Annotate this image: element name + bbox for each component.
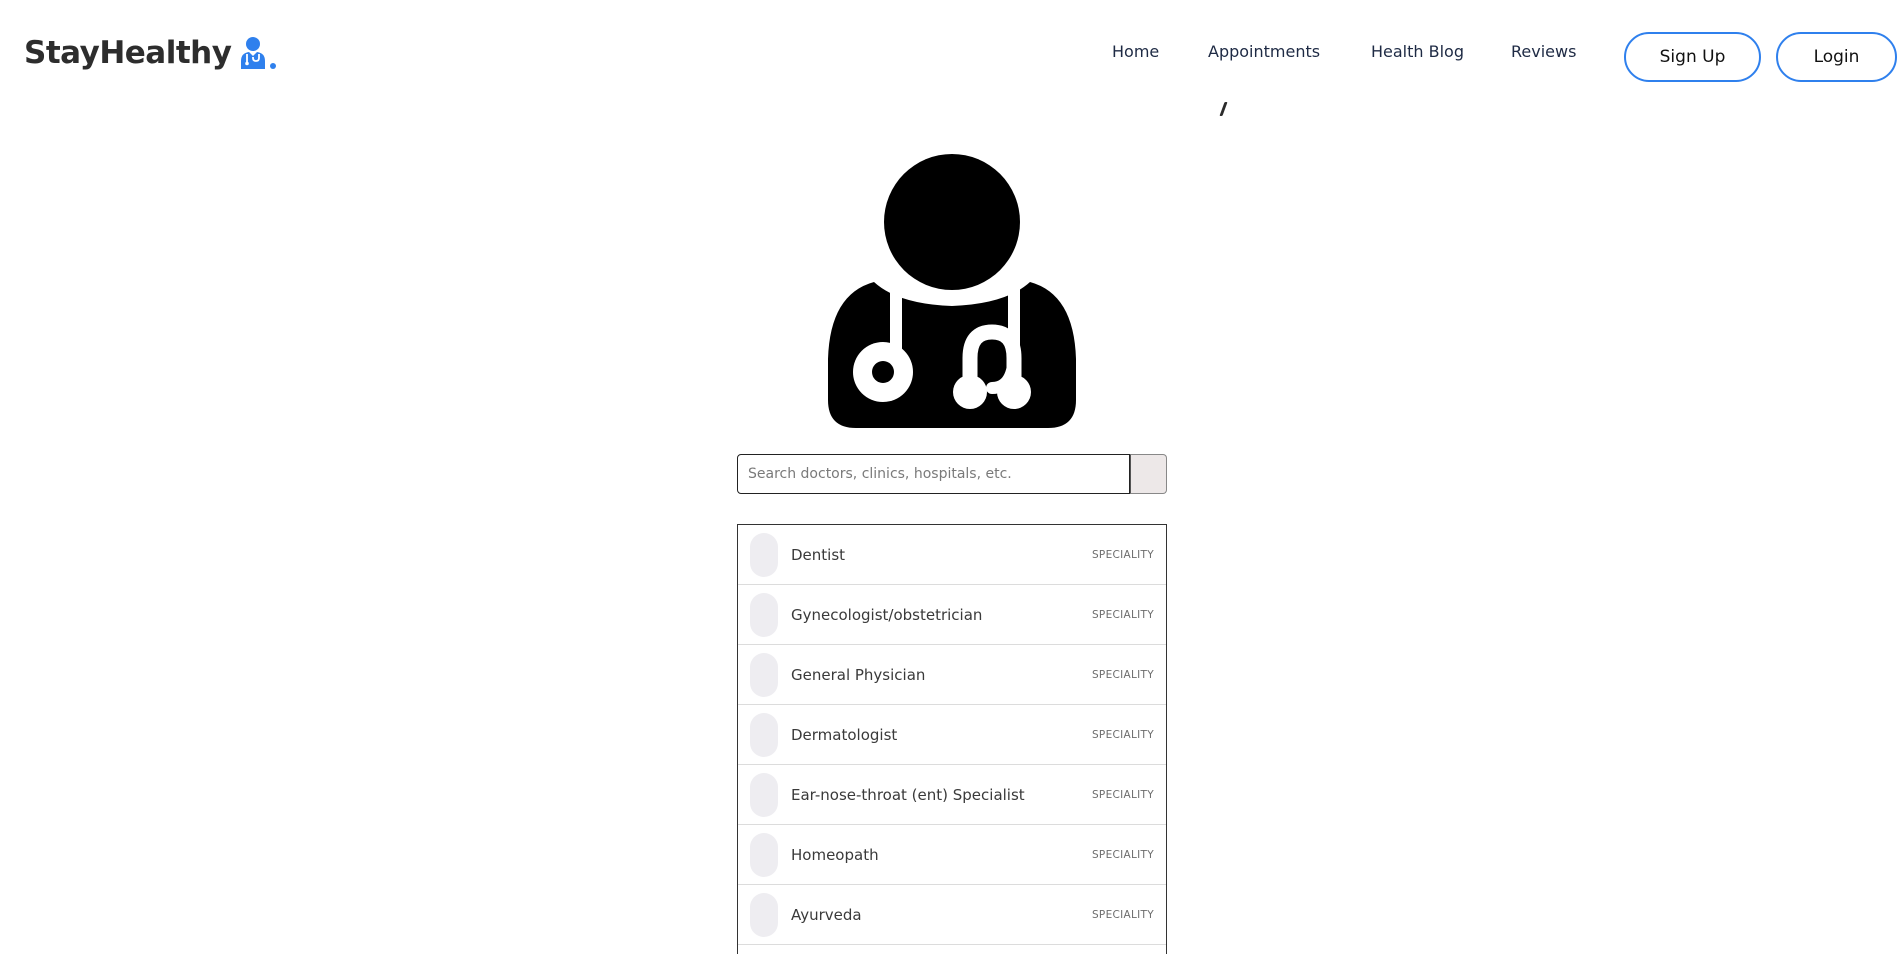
sign-up-button[interactable]: Sign Up: [1624, 32, 1761, 82]
avatar: [750, 592, 778, 637]
search-bar: [737, 454, 1167, 494]
avatar: [750, 532, 778, 577]
list-item-name: General Physician: [791, 665, 926, 684]
nav-reviews-link[interactable]: Reviews: [1511, 42, 1576, 61]
list-item-name: Dentist: [791, 545, 846, 564]
top-navbar: StayHealthy Home Appointments Health Blo…: [0, 0, 1902, 106]
list-item-tag: SPECIALITY: [1091, 668, 1154, 681]
list-item[interactable]: Homeopath SPECIALITY: [738, 825, 1166, 885]
nav-links: Home Appointments Health Blog Reviews: [0, 42, 1902, 66]
list-item-tag: SPECIALITY: [1091, 848, 1154, 861]
avatar: [750, 652, 778, 697]
nav-appointments-link[interactable]: Appointments: [1208, 42, 1320, 61]
list-item-tag: SPECIALITY: [1091, 548, 1154, 561]
list-item-name: Homeopath: [791, 845, 879, 864]
list-item[interactable]: Dermatologist SPECIALITY: [738, 705, 1166, 765]
list-item[interactable]: Ear-nose-throat (ent) Specialist SPECIAL…: [738, 765, 1166, 825]
list-item-tag: SPECIALITY: [1091, 788, 1154, 801]
list-item-name: Ear-nose-throat (ent) Specialist: [791, 785, 1025, 804]
list-item-tag: SPECIALITY: [1091, 728, 1154, 741]
list-item[interactable]: Dentist SPECIALITY: [738, 525, 1166, 585]
search-button[interactable]: [1130, 454, 1167, 494]
nav-health-blog-link[interactable]: Health Blog: [1371, 42, 1464, 61]
list-item[interactable]: Gynecologist/obstetrician SPECIALITY: [738, 585, 1166, 645]
search-results-list: Dentist SPECIALITY Gynecologist/obstetri…: [737, 524, 1167, 954]
list-item-tag: SPECIALITY: [1091, 908, 1154, 921]
list-item-name: Dermatologist: [791, 725, 898, 744]
avatar: [750, 772, 778, 817]
avatar: [750, 832, 778, 877]
avatar: [750, 892, 778, 937]
avatar: [750, 712, 778, 757]
doctor-stethoscope-icon: [828, 154, 1076, 428]
list-item[interactable]: General Physician SPECIALITY: [738, 645, 1166, 705]
list-item-tag: SPECIALITY: [1091, 608, 1154, 621]
list-item[interactable]: Ayurveda SPECIALITY: [738, 885, 1166, 945]
list-item-name: Ayurveda: [791, 905, 862, 924]
search-input[interactable]: [737, 454, 1130, 494]
list-item-name: Gynecologist/obstetrician: [791, 605, 983, 624]
nav-home-link[interactable]: Home: [1112, 42, 1159, 61]
login-button[interactable]: Login: [1776, 32, 1897, 82]
